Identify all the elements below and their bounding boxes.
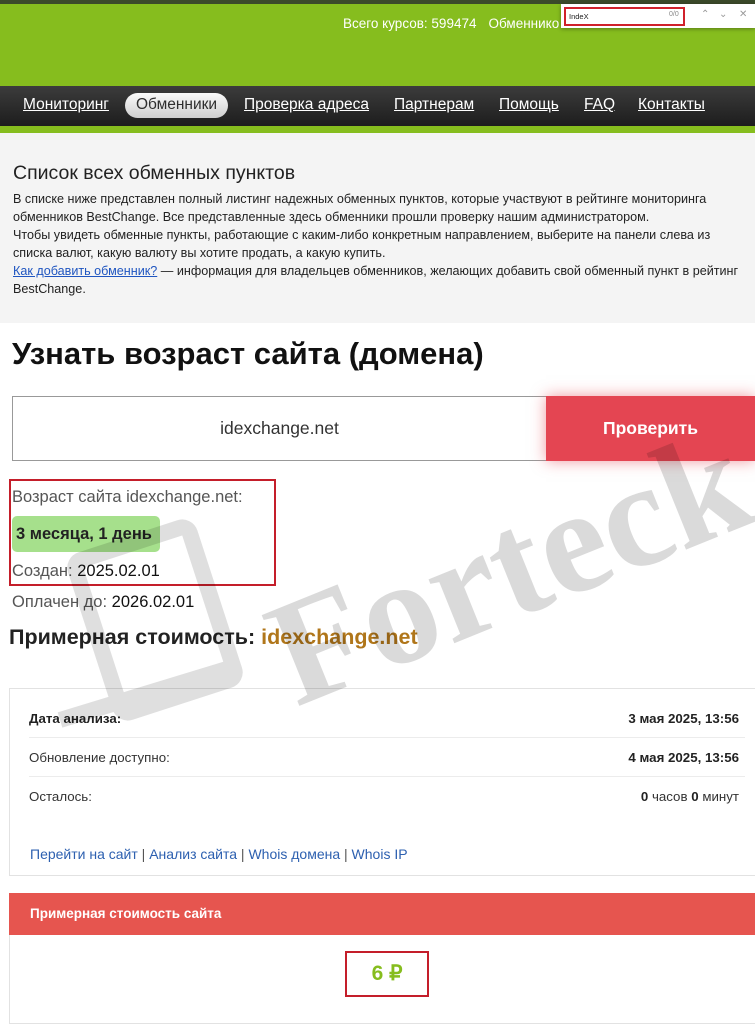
find-bar: 0/0 ⌃ ⌄ ✕ [561, 4, 755, 28]
add-exchanger-link[interactable]: Как добавить обменник? [13, 264, 157, 278]
info-text: В списке ниже представлен полный листинг… [13, 190, 743, 298]
hours-word: часов [651, 789, 688, 804]
cost-title-prefix: Примерная стоимость: [9, 625, 256, 649]
panel-links: Перейти на сайт | Анализ сайта | Whois д… [30, 846, 408, 862]
nav-help[interactable]: Помощь [499, 96, 559, 114]
whois-ip-link[interactable]: Whois IP [352, 846, 408, 862]
exchangers-label[interactable]: Обменнико [488, 16, 559, 31]
remaining-hours: 0 [640, 789, 649, 804]
age-title: Узнать возраст сайта (домена) [12, 336, 484, 371]
header-stats: Всего курсов: 599474 Обменнико [343, 16, 559, 31]
analysis-date-label: Дата анализа: [29, 711, 122, 726]
info-paragraph-3: Как добавить обменник? — информация для … [13, 262, 743, 298]
remaining-value: 0 часов 0 минут [641, 777, 739, 816]
remaining-row: Осталось: 0 часов 0 минут [29, 777, 745, 816]
remaining-label: Осталось: [29, 789, 92, 804]
link-separator: | [340, 846, 352, 862]
site-cost-value: 6 ₽ [345, 951, 429, 997]
site-cost-header: Примерная стоимость сайта [9, 893, 755, 935]
nav-exchangers[interactable]: Обменники [125, 93, 229, 118]
site-analysis-link[interactable]: Анализ сайта [149, 846, 237, 862]
nav-faq[interactable]: FAQ [584, 96, 615, 114]
info-paragraph-2: Чтобы увидеть обменные пункты, работающи… [13, 228, 711, 260]
check-button[interactable]: Проверить [546, 396, 755, 461]
nav-contacts[interactable]: Контакты [638, 96, 705, 114]
update-available-row: Обновление доступно: 4 мая 2025, 13:56 [29, 738, 745, 777]
minutes-word: минут [702, 789, 739, 804]
paid-value: 2026.02.01 [111, 593, 195, 611]
update-available-value: 4 мая 2025, 13:56 [628, 750, 739, 765]
domain-input[interactable] [12, 396, 547, 461]
find-input[interactable] [564, 7, 685, 26]
paid-label: Оплачен до: [12, 593, 108, 611]
nav-monitoring[interactable]: Мониторинг [23, 96, 109, 114]
analysis-date-value: 3 мая 2025, 13:56 [628, 711, 739, 726]
link-separator: | [137, 846, 150, 862]
paid-until: Оплачен до: 2026.02.01 [12, 593, 194, 612]
nav-partners[interactable]: Партнерам [394, 96, 474, 114]
find-close-icon[interactable]: ✕ [739, 9, 747, 20]
stats-value: 599474 [431, 16, 477, 31]
analysis-date-row: Дата анализа: 3 мая 2025, 13:56 [29, 699, 745, 738]
whois-domain-link[interactable]: Whois домена [248, 846, 340, 862]
remaining-minutes: 0 [691, 789, 699, 804]
main-nav: Мониторинг Обменники Проверка адреса Пар… [0, 86, 755, 126]
find-prev-icon[interactable]: ⌃ [701, 9, 709, 20]
find-count: 0/0 [669, 11, 679, 18]
cost-title: Примерная стоимость: idexchange.net [9, 625, 418, 650]
cost-title-domain: idexchange.net [261, 625, 418, 649]
nav-divider [0, 126, 755, 133]
info-title: Список всех обменных пунктов [13, 162, 296, 184]
go-to-site-link[interactable]: Перейти на сайт [30, 846, 138, 862]
update-available-label: Обновление доступно: [29, 750, 170, 765]
info-block: Список всех обменных пунктов В списке ни… [0, 133, 755, 323]
annotation-highlight-age [9, 479, 276, 586]
stats-label: Всего курсов: [343, 16, 428, 31]
info-paragraph-1: В списке ниже представлен полный листинг… [13, 192, 707, 224]
nav-address-check[interactable]: Проверка адреса [244, 96, 369, 114]
link-separator: | [237, 846, 249, 862]
analysis-panel: Дата анализа: 3 мая 2025, 13:56 Обновлен… [9, 688, 755, 876]
find-next-icon[interactable]: ⌄ [719, 9, 727, 20]
